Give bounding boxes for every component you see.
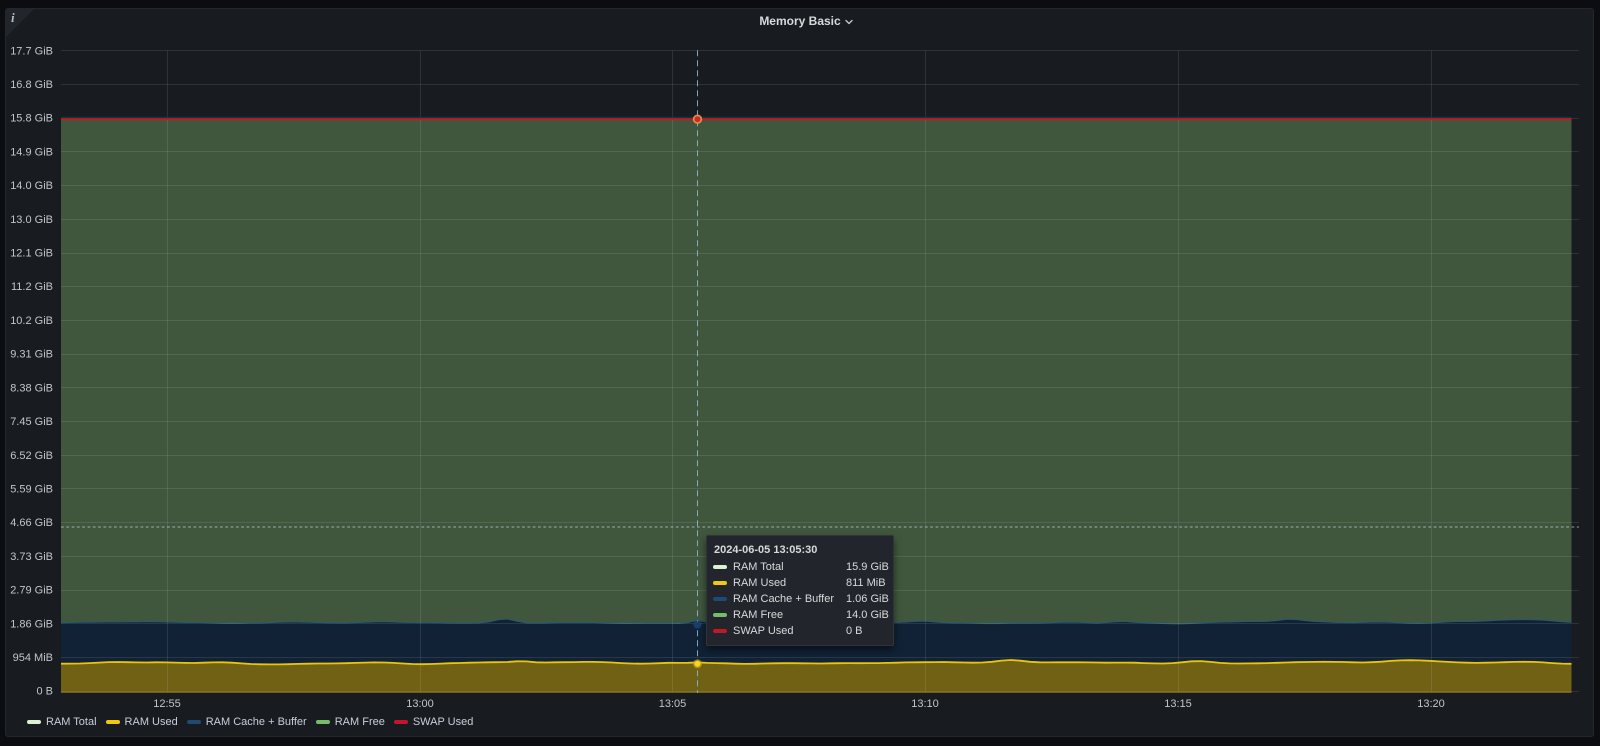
svg-text:13:20: 13:20 xyxy=(1417,698,1445,710)
svg-text:4.66 GiB: 4.66 GiB xyxy=(10,517,53,529)
svg-text:14.9 GiB: 14.9 GiB xyxy=(10,146,53,158)
svg-text:12:55: 12:55 xyxy=(153,698,181,710)
svg-text:13:10: 13:10 xyxy=(911,698,939,710)
svg-text:954 MiB: 954 MiB xyxy=(13,652,53,664)
svg-text:0 B: 0 B xyxy=(36,686,53,698)
svg-text:11.2 GiB: 11.2 GiB xyxy=(11,281,53,293)
svg-text:7.45 GiB: 7.45 GiB xyxy=(10,416,53,428)
svg-text:9.31 GiB: 9.31 GiB xyxy=(10,349,53,361)
svg-text:16.8 GiB: 16.8 GiB xyxy=(10,79,53,91)
svg-text:12.1 GiB: 12.1 GiB xyxy=(10,248,53,260)
svg-text:5.59 GiB: 5.59 GiB xyxy=(10,484,53,496)
svg-text:14.0 GiB: 14.0 GiB xyxy=(10,180,53,192)
svg-text:15.8 GiB: 15.8 GiB xyxy=(10,113,53,125)
svg-text:13:15: 13:15 xyxy=(1164,698,1192,710)
svg-text:13:00: 13:00 xyxy=(406,698,434,710)
svg-text:1.86 GiB: 1.86 GiB xyxy=(10,618,53,630)
svg-text:17.7 GiB: 17.7 GiB xyxy=(10,45,53,57)
svg-text:2.79 GiB: 2.79 GiB xyxy=(10,585,53,597)
svg-text:6.52 GiB: 6.52 GiB xyxy=(10,450,53,462)
svg-text:13.0 GiB: 13.0 GiB xyxy=(10,214,53,226)
svg-text:8.38 GiB: 8.38 GiB xyxy=(10,382,53,394)
svg-text:10.2 GiB: 10.2 GiB xyxy=(10,315,53,327)
svg-text:3.73 GiB: 3.73 GiB xyxy=(10,551,53,563)
svg-text:13:05: 13:05 xyxy=(659,698,687,710)
